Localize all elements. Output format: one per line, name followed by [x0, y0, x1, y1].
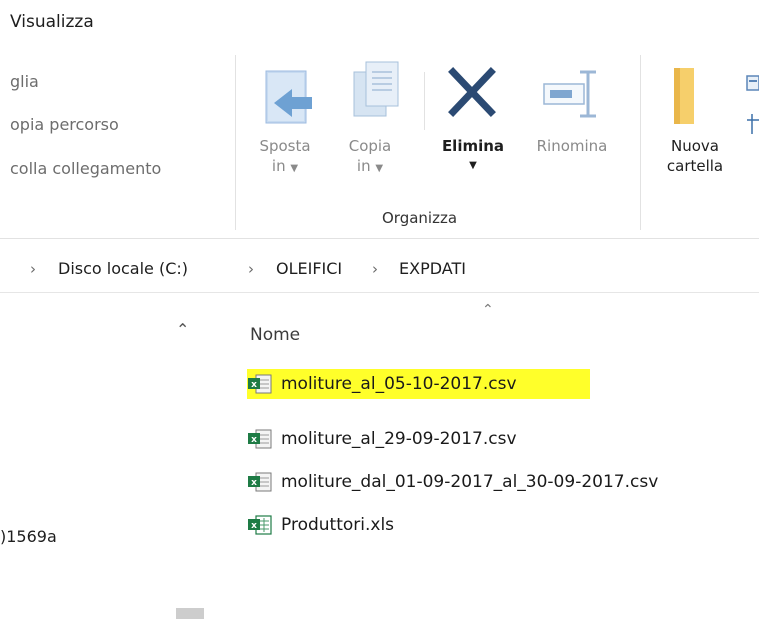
group-separator [640, 55, 641, 230]
breadcrumb-expdati[interactable]: EXPDATI [399, 259, 466, 278]
excel-xls-icon: x [247, 514, 273, 536]
delete-icon [445, 62, 499, 122]
group-separator [424, 72, 425, 130]
file-row[interactable]: x moliture_al_05-10-2017.csv [247, 369, 590, 399]
copy-to-button[interactable]: Copia in ▼ [332, 136, 408, 179]
file-name: moliture_al_05-10-2017.csv [281, 374, 517, 394]
svg-text:x: x [251, 380, 257, 390]
chevron-right-icon: › [248, 260, 254, 278]
chevron-right-icon: › [372, 260, 378, 278]
new-folder-icon [670, 66, 714, 126]
nav-item[interactable]: )1569a [0, 527, 57, 546]
new-folder-label-2: cartella [666, 157, 724, 175]
rename-label: Rinomina [536, 137, 608, 155]
excel-csv-icon: x [247, 428, 273, 450]
nav-scrollbar[interactable] [176, 608, 204, 619]
ribbon-divider [0, 238, 759, 239]
excel-csv-icon: x [247, 471, 273, 493]
delete-label: Elimina [441, 137, 505, 155]
excel-csv-icon: x [247, 373, 273, 395]
chevron-down-icon: ▼ [375, 163, 384, 174]
svg-text:x: x [251, 478, 257, 488]
new-folder-label: Nuova [671, 137, 719, 155]
paste-shortcut-button[interactable]: colla collegamento [10, 159, 161, 178]
organize-group-label: Organizza [382, 209, 458, 227]
file-name: Produttori.xls [281, 515, 395, 535]
move-to-label: Sposta [259, 137, 311, 155]
scroll-up-icon[interactable]: ⌃ [176, 320, 189, 339]
breadcrumb-oleifici[interactable]: OLEIFICI [276, 259, 342, 278]
new-folder-button[interactable]: Nuova cartella [650, 136, 740, 176]
file-row[interactable]: x moliture_al_29-09-2017.csv [247, 424, 517, 454]
group-separator [235, 55, 236, 230]
move-to-icon [262, 63, 320, 127]
copy-to-label-2: in [356, 157, 371, 175]
chevron-right-icon: › [30, 260, 36, 278]
file-row[interactable]: x moliture_dal_01-09-2017_al_30-09-2017.… [247, 467, 658, 497]
new-item-icon[interactable] [741, 74, 759, 94]
easy-access-icon[interactable] [743, 112, 759, 136]
copy-to-icon [348, 58, 406, 124]
file-name: moliture_dal_01-09-2017_al_30-09-2017.cs… [281, 472, 659, 492]
sort-ascending-icon: ⌃ [482, 302, 494, 318]
tab-visualizza[interactable]: Visualizza [10, 12, 94, 32]
chevron-down-icon: ▼ [290, 163, 299, 174]
copy-to-label: Copia [348, 137, 392, 155]
breadcrumb-disk[interactable]: Disco locale (C:) [58, 259, 188, 278]
chevron-down-icon: ▼ [469, 160, 477, 171]
file-row[interactable]: x Produttori.xls [247, 510, 394, 540]
rename-button[interactable]: Rinomina [520, 136, 624, 156]
column-header-name[interactable]: Nome [250, 325, 300, 345]
file-name: moliture_al_29-09-2017.csv [281, 429, 517, 449]
move-to-label-2: in [271, 157, 286, 175]
move-to-button[interactable]: Sposta in ▼ [246, 136, 324, 179]
address-divider [0, 292, 759, 293]
svg-text:x: x [251, 521, 257, 531]
delete-button[interactable]: Elimina ▼ [432, 136, 514, 176]
svg-text:x: x [251, 435, 257, 445]
rename-icon [540, 66, 604, 122]
copy-path-button[interactable]: opia percorso [10, 115, 119, 134]
cut-button[interactable]: glia [10, 72, 39, 91]
